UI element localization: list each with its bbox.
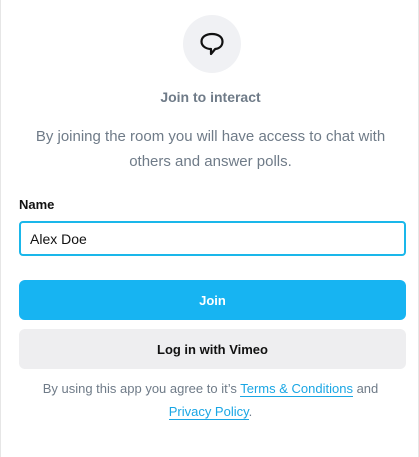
join-panel: Join to interact By joining the room you… [0,0,419,457]
join-button[interactable]: Join [19,280,406,320]
terms-notice: By using this app you agree to it’s Term… [1,377,419,423]
chat-icon-badge [183,15,241,73]
join-description: By joining the room you will have access… [1,124,419,174]
page-title: Join to interact [160,89,261,105]
terms-suffix: . [248,404,253,419]
terms-conditions-link[interactable]: Terms & Conditions [240,381,353,397]
log-in-with-vimeo-button[interactable]: Log in with Vimeo [19,329,406,369]
name-label: Name [19,197,55,212]
name-input[interactable] [19,221,406,256]
terms-prefix: By using this app you agree to it’s [42,381,241,396]
terms-middle: and [352,381,379,396]
description-line-1: By joining the room you will have access… [35,128,386,145]
privacy-policy-link[interactable]: Privacy Policy [168,404,249,420]
description-line-2: others and answer polls. [129,153,292,170]
speech-bubble-icon [200,32,224,56]
